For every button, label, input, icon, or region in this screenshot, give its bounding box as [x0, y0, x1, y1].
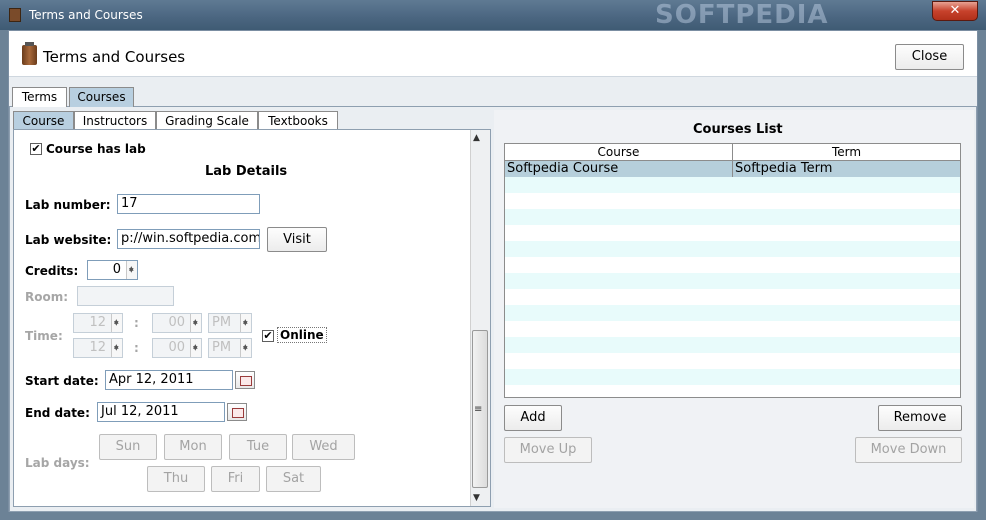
- tab-terms[interactable]: Terms: [12, 87, 67, 107]
- move-up-button[interactable]: Move Up: [504, 437, 592, 463]
- window-close-button[interactable]: ✕: [932, 1, 978, 21]
- credits-stepper[interactable]: 0: [87, 260, 138, 280]
- empty-row: [505, 177, 960, 193]
- scroll-up-icon[interactable]: ▲: [473, 133, 480, 143]
- tab-courses[interactable]: Courses: [69, 87, 134, 107]
- end-date-field[interactable]: Jul 12, 2011: [97, 402, 225, 422]
- cell-course: Softpedia Course: [505, 161, 733, 177]
- start-ampm-stepper[interactable]: PM: [208, 313, 252, 333]
- start-date-label: Start date:: [25, 374, 99, 388]
- visit-button[interactable]: Visit: [267, 227, 327, 252]
- column-header-course[interactable]: Course: [505, 144, 733, 161]
- course-has-lab-checkbox[interactable]: ✔: [30, 143, 42, 155]
- lab-website-label: Lab website:: [25, 233, 112, 247]
- tab-instructors[interactable]: Instructors: [74, 111, 156, 131]
- remove-button[interactable]: Remove: [878, 405, 962, 431]
- end-minute-stepper[interactable]: 00: [152, 338, 202, 358]
- end-date-label: End date:: [25, 406, 90, 420]
- day-mon-button[interactable]: Mon: [164, 434, 222, 460]
- empty-row: [505, 305, 960, 321]
- table-row[interactable]: Softpedia Course Softpedia Term: [505, 161, 960, 177]
- lab-website-field[interactable]: p://win.softpedia.com: [117, 229, 260, 249]
- room-field[interactable]: [77, 286, 174, 306]
- stepper-arrows-icon[interactable]: [190, 339, 201, 357]
- tab-grading-scale[interactable]: Grading Scale: [156, 111, 258, 131]
- empty-row: [505, 241, 960, 257]
- day-sun-button[interactable]: Sun: [99, 434, 157, 460]
- online-label: Online: [277, 327, 327, 343]
- lab-number-field[interactable]: 17: [117, 194, 260, 214]
- lab-number-label: Lab number:: [25, 198, 111, 212]
- stepper-arrows-icon[interactable]: [111, 339, 122, 357]
- end-ampm-value: PM: [212, 340, 232, 355]
- start-minute-value: 00: [168, 315, 185, 330]
- stepper-arrows-icon[interactable]: [240, 339, 251, 357]
- scroll-down-icon[interactable]: ▼: [473, 493, 480, 503]
- title-bar[interactable]: [0, 0, 986, 30]
- empty-row: [505, 369, 960, 385]
- watermark-logo: SOFTPEDIA: [655, 0, 829, 30]
- empty-row: [505, 273, 960, 289]
- lab-days-label: Lab days:: [25, 456, 90, 470]
- start-date-field[interactable]: Apr 12, 2011: [105, 370, 233, 390]
- day-sat-button[interactable]: Sat: [266, 466, 321, 492]
- column-header-term[interactable]: Term: [733, 144, 960, 161]
- add-button[interactable]: Add: [504, 405, 562, 431]
- empty-row: [505, 209, 960, 225]
- stepper-arrows-icon[interactable]: [240, 314, 251, 332]
- end-hour-stepper[interactable]: 12: [73, 338, 123, 358]
- end-minute-value: 00: [168, 340, 185, 355]
- start-hour-stepper[interactable]: 12: [73, 313, 123, 333]
- time-label: Time:: [25, 329, 63, 343]
- book-icon: [22, 42, 37, 65]
- end-hour-value: 12: [89, 340, 106, 355]
- lab-details-title: Lab Details: [205, 164, 288, 179]
- start-minute-stepper[interactable]: 00: [152, 313, 202, 333]
- day-fri-button[interactable]: Fri: [211, 466, 260, 492]
- calendar-icon[interactable]: [235, 371, 255, 389]
- window-title: Terms and Courses: [29, 8, 143, 22]
- day-wed-button[interactable]: Wed: [292, 434, 355, 460]
- credits-label: Credits:: [25, 264, 79, 278]
- tab-textbooks[interactable]: Textbooks: [258, 111, 338, 131]
- room-label: Room:: [25, 290, 69, 304]
- time-separator: :: [134, 316, 139, 330]
- cell-term: Softpedia Term: [735, 161, 833, 176]
- course-has-lab-label: Course has lab: [46, 142, 146, 156]
- credits-value: 0: [112, 262, 121, 277]
- end-ampm-stepper[interactable]: PM: [208, 338, 252, 358]
- start-hour-value: 12: [89, 315, 106, 330]
- courses-list-title: Courses List: [693, 122, 783, 137]
- close-button[interactable]: Close: [895, 44, 964, 70]
- courses-table[interactable]: Course Term Softpedia Course Softpedia T…: [504, 143, 961, 398]
- stepper-arrows-icon[interactable]: [111, 314, 122, 332]
- day-tue-button[interactable]: Tue: [229, 434, 287, 460]
- app-icon: [9, 8, 21, 22]
- tab-course[interactable]: Course: [13, 111, 74, 131]
- time-separator: :: [134, 341, 139, 355]
- grip-icon: ≡: [474, 404, 483, 415]
- move-down-button[interactable]: Move Down: [855, 437, 962, 463]
- empty-row: [505, 337, 960, 353]
- stepper-arrows-icon[interactable]: [126, 261, 137, 279]
- stepper-arrows-icon[interactable]: [190, 314, 201, 332]
- calendar-icon[interactable]: [227, 403, 247, 421]
- start-ampm-value: PM: [212, 315, 232, 330]
- page-title: Terms and Courses: [43, 48, 186, 66]
- online-checkbox[interactable]: ✔: [262, 330, 274, 342]
- day-thu-button[interactable]: Thu: [147, 466, 205, 492]
